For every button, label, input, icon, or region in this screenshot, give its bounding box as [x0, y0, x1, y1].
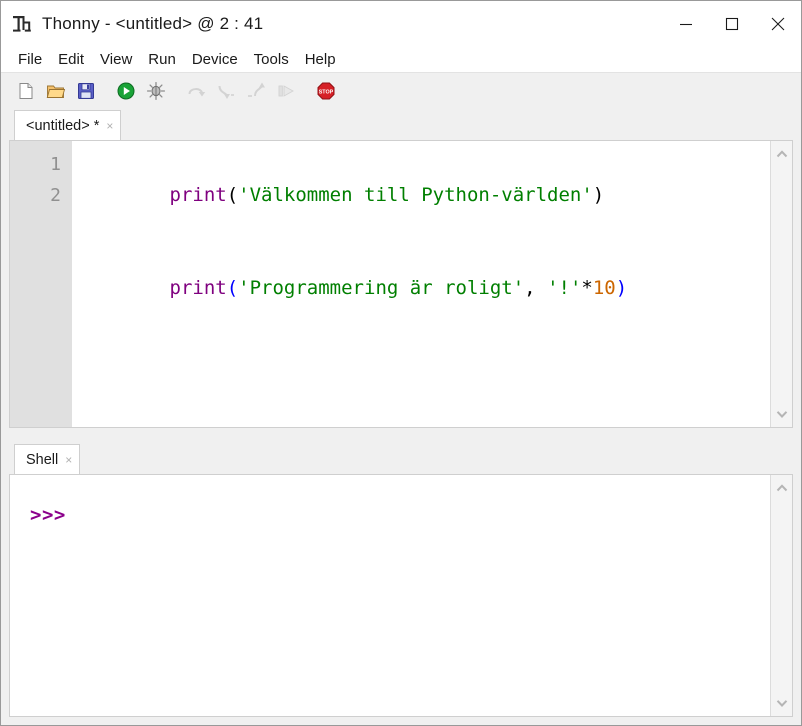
step-out-icon — [248, 82, 265, 97]
window-title: Thonny - <untitled> @ 2 : 41 — [42, 14, 264, 33]
menu-item-edit[interactable]: Edit — [50, 50, 92, 69]
menu-item-help[interactable]: Help — [297, 50, 344, 69]
menu-item-device[interactable]: Device — [184, 50, 246, 69]
open-file-button[interactable] — [43, 78, 69, 104]
editor-notebook: <untitled> * × — [1, 108, 801, 140]
step-into-icon — [218, 85, 234, 99]
title-bar: Thonny - <untitled> @ 2 : 41 — [1, 1, 801, 47]
shell-tab-close-icon[interactable]: × — [65, 454, 72, 466]
svg-text:STOP: STOP — [319, 89, 334, 95]
shell-tabstrip: Shell × — [9, 442, 793, 474]
shell-notebook: Shell × >>> — [1, 442, 801, 725]
shell-text-area[interactable]: >>> — [10, 475, 770, 716]
code-token: 10 — [592, 277, 616, 299]
line-number-gutter: 1 2 — [10, 141, 72, 427]
code-token: , — [524, 277, 536, 299]
step-over-icon — [188, 87, 206, 96]
code-token: ( — [226, 184, 239, 206]
new-file-icon — [19, 82, 33, 99]
code-token: '!' — [547, 277, 582, 299]
code-token: ) — [615, 277, 628, 299]
code-token: print — [169, 277, 227, 299]
code-token: 'Välkommen till Python-världen' — [238, 184, 593, 206]
minimize-button[interactable] — [663, 1, 709, 47]
thonny-logo-icon — [11, 13, 33, 35]
code-token: 'Programmering är roligt' — [238, 277, 525, 299]
pane-divider[interactable] — [1, 428, 801, 442]
line-number: 2 — [50, 185, 61, 206]
run-icon — [117, 82, 135, 99]
editor-vertical-scrollbar[interactable] — [770, 141, 792, 427]
line-number: 1 — [50, 154, 61, 175]
new-file-button[interactable] — [13, 78, 39, 104]
editor-tab-close-icon[interactable]: × — [106, 120, 113, 132]
stop-button[interactable]: STOP — [313, 78, 339, 104]
code-token: * — [581, 277, 593, 299]
chevron-up-icon — [776, 484, 787, 492]
step-out-button[interactable] — [243, 78, 269, 104]
save-file-button[interactable] — [73, 78, 99, 104]
shell-pane: >>> — [9, 474, 793, 717]
code-line: print('Programmering är roligt', '!'*10) — [78, 242, 770, 335]
debug-icon — [146, 81, 166, 100]
window-controls — [663, 1, 801, 47]
close-button[interactable] — [755, 1, 801, 47]
menu-item-run[interactable]: Run — [140, 50, 184, 69]
shell-tab[interactable]: Shell × — [14, 444, 81, 474]
open-file-icon — [46, 85, 66, 98]
toolbar: STOP — [1, 73, 801, 108]
maximize-button[interactable] — [709, 1, 755, 47]
code-token: print — [169, 184, 227, 206]
menu-item-view[interactable]: View — [92, 50, 140, 69]
close-icon — [771, 17, 785, 31]
step-over-button[interactable] — [183, 78, 209, 104]
code-line: print('Välkommen till Python-världen') — [78, 149, 770, 242]
shell-prompt: >>> — [30, 504, 66, 526]
editor-tab-untitled[interactable]: <untitled> * × — [14, 110, 122, 140]
chevron-up-icon — [776, 150, 787, 158]
shell-scroll-up-button[interactable] — [772, 479, 792, 497]
editor-scroll-up-button[interactable] — [772, 145, 792, 163]
editor-scroll-down-button[interactable] — [772, 405, 792, 423]
shell-scroll-down-button[interactable] — [772, 694, 792, 712]
menu-item-file[interactable]: File — [10, 50, 50, 69]
chevron-down-icon — [776, 700, 787, 707]
stop-icon: STOP — [317, 82, 335, 99]
resume-button[interactable] — [273, 78, 299, 104]
debug-button[interactable] — [143, 78, 169, 104]
save-file-icon — [78, 82, 94, 99]
thonny-main-window: Thonny - <untitled> @ 2 : 41 File Edit V… — [0, 0, 802, 726]
menu-bar: File Edit View Run Device Tools Help — [1, 47, 801, 73]
code-editor-pane: 1 2 print('Välkommen till Python-världen… — [9, 140, 793, 428]
editor-tabstrip: <untitled> * × — [9, 108, 793, 140]
maximize-icon — [725, 17, 739, 31]
chevron-down-icon — [776, 411, 787, 418]
run-button[interactable] — [113, 78, 139, 104]
code-token: ( — [226, 277, 239, 299]
code-text-area[interactable]: print('Välkommen till Python-världen') p… — [72, 141, 770, 427]
shell-tab-label: Shell — [26, 451, 59, 468]
code-token: ) — [592, 184, 605, 206]
resume-icon — [278, 84, 294, 97]
shell-vertical-scrollbar[interactable] — [770, 475, 792, 716]
step-into-button[interactable] — [213, 78, 239, 104]
minimize-icon — [680, 23, 692, 26]
menu-item-tools[interactable]: Tools — [246, 50, 297, 69]
editor-tab-label: <untitled> * — [26, 117, 100, 134]
